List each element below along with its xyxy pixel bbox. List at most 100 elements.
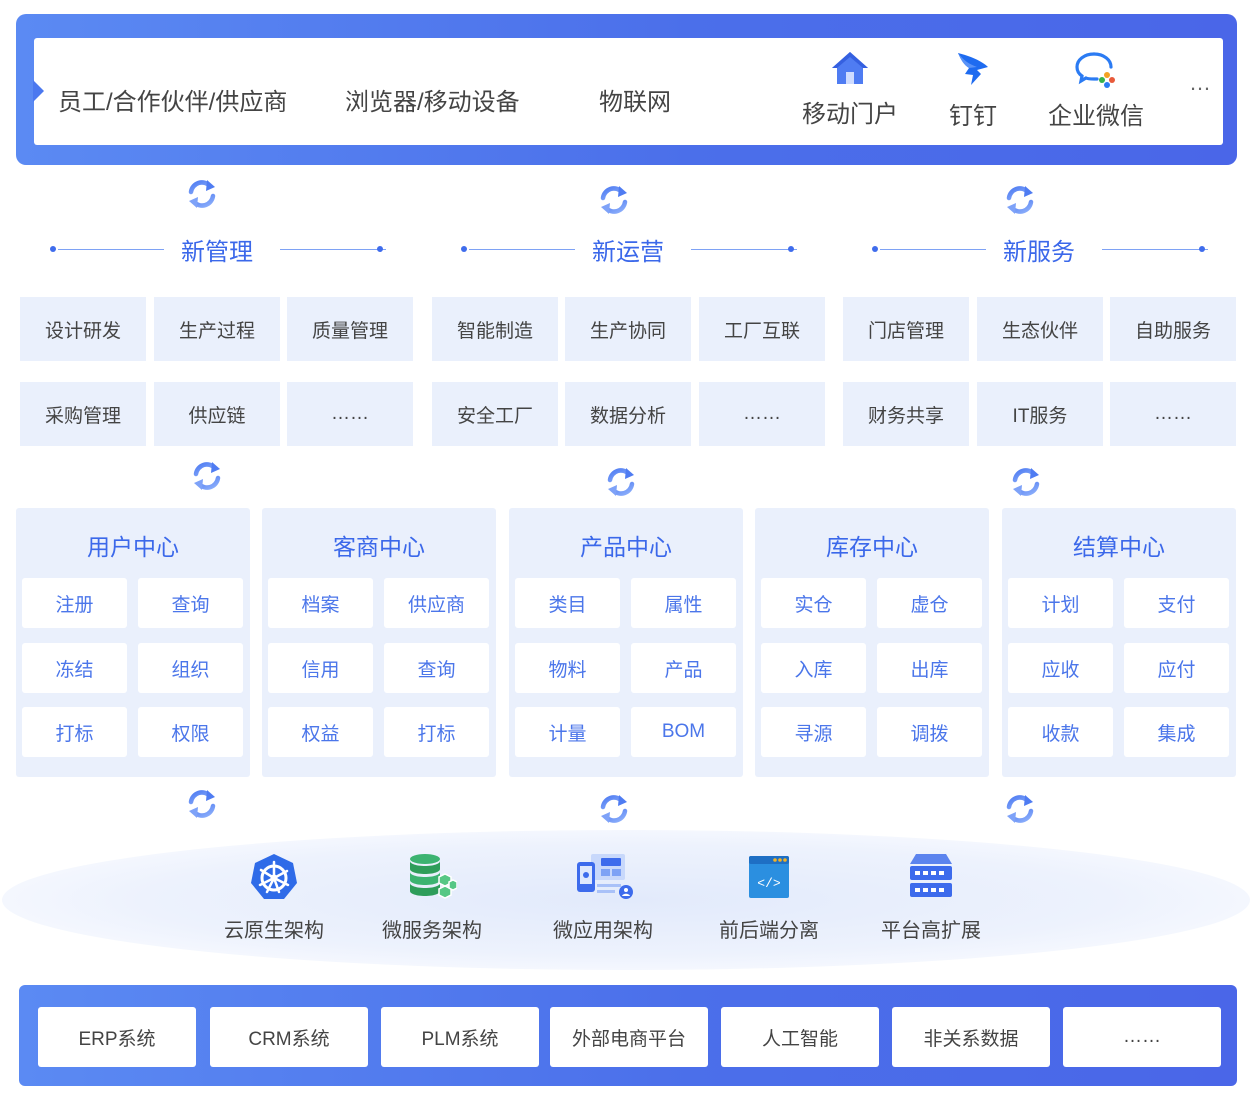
- center-chip: 属性: [631, 578, 736, 628]
- center-chip: 档案: [268, 578, 373, 628]
- module-cell: 门店管理: [843, 297, 969, 361]
- center-chip: 注册: [22, 578, 127, 628]
- module-cell: 自助服务: [1110, 297, 1236, 361]
- wecom-icon: [1075, 52, 1115, 88]
- center-chip: 产品: [631, 643, 736, 693]
- center-chip: 权益: [268, 707, 373, 757]
- svg-text:</>: </>: [757, 876, 781, 891]
- sync-icon: [1004, 184, 1036, 216]
- module-cell: 设计研发: [20, 297, 146, 361]
- module-cell: 生产过程: [154, 297, 280, 361]
- dingtalk-icon: [958, 53, 988, 85]
- arch-micro-app: 微应用架构: [533, 852, 673, 943]
- heading-line: [691, 249, 797, 250]
- module-cell: 生产协同: [565, 297, 691, 361]
- module-cell: 工厂互联: [699, 297, 825, 361]
- module-cell: 数据分析: [565, 382, 691, 446]
- system-crm: CRM系统: [210, 1007, 368, 1067]
- center-chip: 虚仓: [877, 578, 982, 628]
- center-chip: 信用: [268, 643, 373, 693]
- center-chip: 收款: [1008, 707, 1113, 757]
- module-cell: IT服务: [977, 382, 1103, 446]
- code-window-icon: </>: [749, 856, 789, 898]
- center-chip: 计量: [515, 707, 620, 757]
- system-ai: 人工智能: [721, 1007, 879, 1067]
- center-chip: 出库: [877, 643, 982, 693]
- database-cluster-icon: [410, 854, 457, 899]
- arch-frontend-backend: </> 前后端分离: [699, 852, 839, 943]
- access-panel: 员工/合作伙伴/供应商 浏览器/移动设备 物联网 移动门户 钉钉 企业微信 …: [33, 38, 1223, 145]
- center-product: 产品中心 类目 属性 物料 产品 计量 BOM: [509, 508, 743, 777]
- module-cell-more: ……: [1110, 382, 1236, 446]
- app-wecom: 企业微信: [1041, 50, 1151, 131]
- sync-icon: [598, 184, 630, 216]
- module-cell: 生态伙伴: [977, 297, 1103, 361]
- center-chip: 查询: [384, 643, 489, 693]
- center-chip: 供应商: [384, 578, 489, 628]
- center-chip: 类目: [515, 578, 620, 628]
- center-chip: 打标: [384, 707, 489, 757]
- systems-layer: ERP系统 CRM系统 PLM系统 外部电商平台 人工智能 非关系数据 ……: [19, 985, 1237, 1086]
- center-chip: BOM: [631, 707, 736, 757]
- center-merchant: 客商中心 档案 供应商 信用 查询 权益 打标: [262, 508, 496, 777]
- module-cell: 安全工厂: [432, 382, 558, 446]
- heading-line: [1102, 249, 1208, 250]
- module-cell-more: ……: [287, 382, 413, 446]
- app-mobile-portal: 移动门户: [795, 50, 905, 129]
- home-icon: [832, 52, 868, 84]
- arch-cloud-native: 云原生架构: [204, 852, 344, 943]
- center-chip: 权限: [138, 707, 243, 757]
- center-chip: 打标: [22, 707, 127, 757]
- module-cell: 采购管理: [20, 382, 146, 446]
- channel-partners: 员工/合作伙伴/供应商: [58, 89, 288, 116]
- center-chip: 集成: [1124, 707, 1229, 757]
- micro-app-icon: [577, 854, 633, 899]
- sync-icon: [605, 466, 637, 498]
- system-erp: ERP系统: [38, 1007, 196, 1067]
- system-plm: PLM系统: [381, 1007, 539, 1067]
- more-apps-ellipsis: …: [1189, 70, 1212, 95]
- center-chip: 物料: [515, 643, 620, 693]
- center-chip: 寻源: [761, 707, 866, 757]
- heading-dot: [788, 246, 794, 252]
- center-chip: 冻结: [22, 643, 127, 693]
- heading-dot: [1199, 246, 1205, 252]
- channel-devices: 浏览器/移动设备: [345, 89, 520, 116]
- module-cell: 质量管理: [287, 297, 413, 361]
- system-more: ……: [1063, 1007, 1221, 1067]
- center-chip: 实仓: [761, 578, 866, 628]
- section-heading-services: 新服务: [862, 228, 1216, 272]
- center-chip: 查询: [138, 578, 243, 628]
- module-cell: 供应链: [154, 382, 280, 446]
- center-chip: 组织: [138, 643, 243, 693]
- module-cell: 智能制造: [432, 297, 558, 361]
- center-chip: 调拨: [877, 707, 982, 757]
- heading-line: [280, 249, 386, 250]
- center-chip: 支付: [1124, 578, 1229, 628]
- section-heading-management: 新管理: [40, 228, 394, 272]
- center-chip: 应收: [1008, 643, 1113, 693]
- server-stack-icon: [910, 854, 952, 897]
- module-cell: 财务共享: [843, 382, 969, 446]
- heading-dot: [377, 246, 383, 252]
- module-cell-more: ……: [699, 382, 825, 446]
- center-inventory: 库存中心 实仓 虚仓 入库 出库 寻源 调拨: [755, 508, 989, 777]
- sync-icon: [191, 460, 223, 492]
- sync-icon: [1004, 793, 1036, 825]
- sync-icon: [186, 788, 218, 820]
- sync-icon: [1010, 466, 1042, 498]
- center-user: 用户中心 注册 查询 冻结 组织 打标 权限: [16, 508, 250, 777]
- center-chip: 计划: [1008, 578, 1113, 628]
- system-ecommerce: 外部电商平台: [550, 1007, 708, 1067]
- access-layer: 员工/合作伙伴/供应商 浏览器/移动设备 物联网 移动门户 钉钉 企业微信 …: [16, 14, 1237, 165]
- kubernetes-icon: [251, 854, 297, 899]
- system-nosql: 非关系数据: [892, 1007, 1050, 1067]
- sync-icon: [186, 178, 218, 210]
- app-dingtalk: 钉钉: [918, 50, 1028, 131]
- center-chip: 入库: [761, 643, 866, 693]
- section-heading-operations: 新运营: [451, 228, 805, 272]
- sync-icon: [598, 793, 630, 825]
- channel-iot: 物联网: [599, 89, 671, 116]
- arch-scalability: 平台高扩展: [861, 852, 1001, 943]
- arch-microservice: 微服务架构: [362, 852, 502, 943]
